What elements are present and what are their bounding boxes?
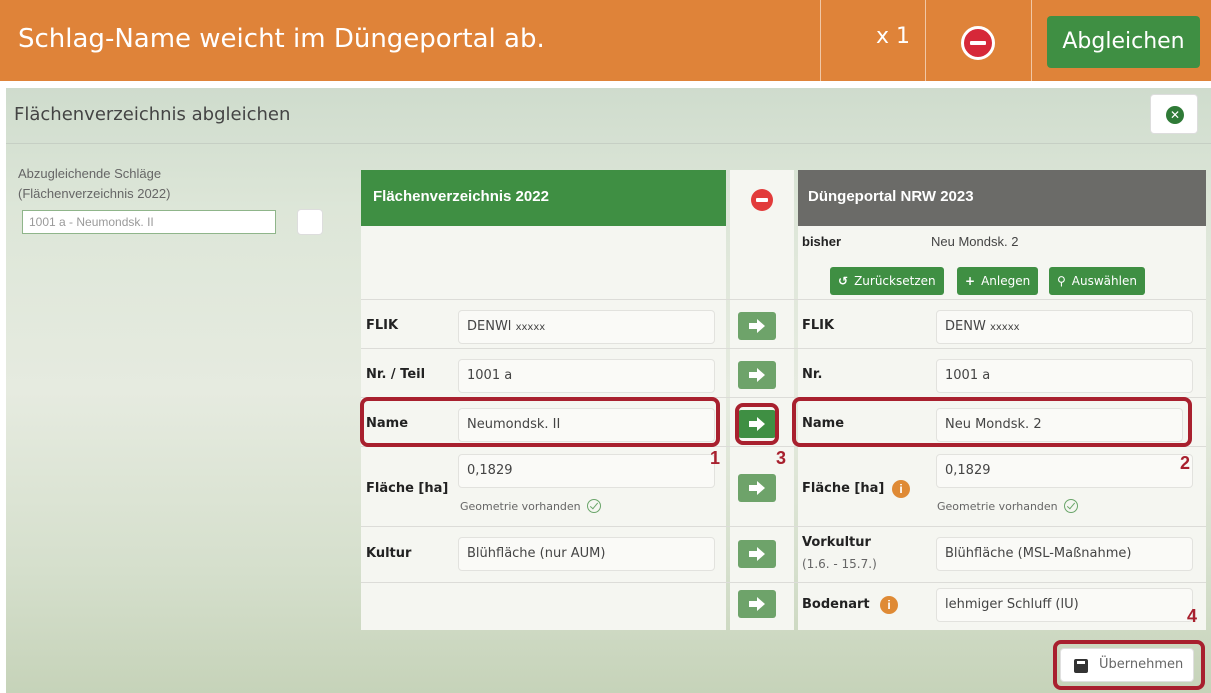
- select-label: Auswählen: [1071, 274, 1137, 288]
- nr-field-right[interactable]: 1001 a: [936, 359, 1193, 393]
- flik-field-right[interactable]: DENW xxxxx: [936, 310, 1193, 344]
- select-checkbox[interactable]: [297, 209, 323, 235]
- highlight-box-1: [360, 397, 720, 447]
- fields-to-sync-label: Abzugleichende Schläge (Flächenverzeichn…: [18, 164, 170, 204]
- search-icon: ⚲: [1057, 274, 1066, 288]
- callout-4: 4: [1187, 606, 1198, 626]
- close-circle-icon: ✕: [1166, 106, 1184, 124]
- flik-label-right: FLIK: [802, 318, 835, 333]
- apply-label: Übernehmen: [1099, 657, 1184, 672]
- reset-button[interactable]: ↺ Zurücksetzen: [830, 267, 944, 295]
- area-label-right: Fläche [ha]: [802, 481, 885, 496]
- header-left: Flächenverzeichnis 2022: [361, 170, 726, 226]
- nr-label-right: Nr.: [802, 367, 823, 382]
- nr-label-left: Nr. / Teil: [366, 367, 426, 382]
- arrow-right-icon: [749, 319, 765, 333]
- soil-label: Bodenart: [802, 597, 870, 612]
- callout-3: 3: [776, 448, 787, 468]
- notification-bar: Schlag-Name weicht im Düngeportal ab. x …: [0, 0, 1211, 81]
- flik-field-left[interactable]: DENWl xxxxx: [458, 310, 715, 344]
- row-divider: [361, 526, 1206, 527]
- crop-field-left[interactable]: Blühfläche (nur AUM): [458, 537, 715, 571]
- check-circle-icon: [586, 499, 601, 513]
- geometry-note-left: Geometrie vorhanden: [460, 499, 601, 513]
- callout-1: 1: [710, 448, 721, 468]
- flik-mask: xxxxx: [989, 322, 1020, 333]
- info-icon[interactable]: i: [880, 596, 898, 614]
- close-button[interactable]: ✕: [1150, 94, 1198, 134]
- area-field-right[interactable]: 0,1829: [936, 454, 1193, 488]
- create-button[interactable]: + Anlegen: [957, 267, 1039, 295]
- panel-header: Flächenverzeichnis abgleichen ✕: [6, 88, 1211, 144]
- copy-area-button[interactable]: [738, 474, 776, 502]
- arrow-right-icon: [749, 597, 765, 611]
- previous-value: Neu Mondsk. 2: [931, 234, 1019, 249]
- highlight-box-2: [792, 397, 1192, 447]
- highlight-box-3: [735, 403, 779, 445]
- minus-circle-icon[interactable]: [961, 26, 995, 60]
- undo-icon: ↺: [838, 274, 849, 288]
- soil-field[interactable]: lehmiger Schluff (lU): [936, 588, 1193, 622]
- sync-button[interactable]: Abgleichen: [1047, 16, 1200, 68]
- flik-value: DENWl: [467, 319, 512, 334]
- arrow-right-icon: [749, 547, 765, 561]
- row-divider: [361, 582, 1206, 583]
- select-button[interactable]: ⚲ Auswählen: [1049, 267, 1145, 295]
- area-label-left: Fläche [ha]: [366, 481, 449, 496]
- flik-mask: xxxxx: [515, 322, 546, 333]
- flik-value: DENW: [945, 319, 986, 334]
- area-field-left[interactable]: 0,1829: [458, 454, 715, 488]
- plus-icon: +: [965, 274, 976, 288]
- flik-label-left: FLIK: [366, 318, 399, 333]
- check-circle-icon: [1063, 499, 1078, 513]
- copy-nr-button[interactable]: [738, 361, 776, 389]
- geometry-note-right: Geometrie vorhanden: [937, 499, 1078, 513]
- issue-count: x 1: [876, 24, 911, 49]
- minus-circle-icon[interactable]: [751, 189, 773, 211]
- notification-title: Schlag-Name weicht im Düngeportal ab.: [18, 24, 545, 54]
- divider: [1031, 0, 1032, 81]
- save-icon: [1074, 659, 1088, 673]
- copy-flik-button[interactable]: [738, 312, 776, 340]
- create-label: Anlegen: [981, 274, 1031, 288]
- copy-soil-button[interactable]: [738, 590, 776, 618]
- divider: [925, 0, 926, 81]
- previous-label: bisher: [802, 234, 842, 249]
- nr-field-left[interactable]: 1001 a: [458, 359, 715, 393]
- previous-crop-label: Vorkultur: [802, 535, 871, 550]
- row-divider: [361, 299, 1206, 300]
- row-divider: [361, 348, 1206, 349]
- info-icon[interactable]: i: [892, 480, 910, 498]
- arrow-right-icon: [749, 368, 765, 382]
- crop-label-left: Kultur: [366, 546, 412, 561]
- callout-2: 2: [1180, 453, 1191, 473]
- geometry-text: Geometrie vorhanden: [937, 500, 1058, 513]
- previous-crop-field[interactable]: Blühfläche (MSL-Maßnahme): [936, 537, 1193, 571]
- field-select[interactable]: 1001 a - Neumondsk. II: [22, 210, 276, 234]
- copy-crop-button[interactable]: [738, 540, 776, 568]
- panel-title: Flächenverzeichnis abgleichen: [14, 104, 291, 125]
- previous-crop-period: (1.6. - 15.7.): [802, 557, 877, 571]
- reset-label: Zurücksetzen: [854, 274, 936, 288]
- apply-button[interactable]: Übernehmen: [1060, 648, 1194, 682]
- label-line: (Flächenverzeichnis 2022): [18, 186, 171, 201]
- label-line: Abzugleichende Schläge: [18, 166, 162, 181]
- geometry-text: Geometrie vorhanden: [460, 500, 581, 513]
- divider: [820, 0, 821, 81]
- arrow-right-icon: [749, 481, 765, 495]
- header-right: Düngeportal NRW 2023: [798, 170, 1206, 226]
